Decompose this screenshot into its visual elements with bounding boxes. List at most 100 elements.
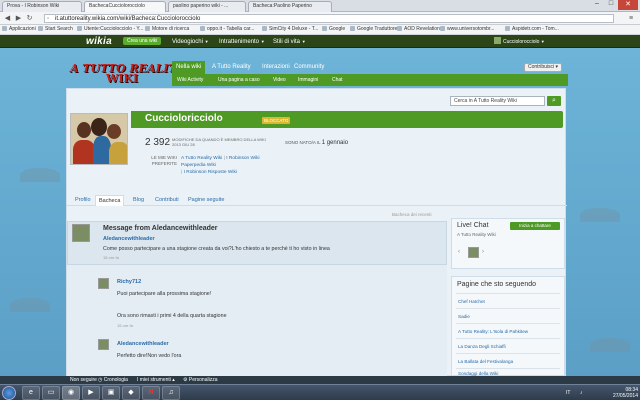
subnav-random-page[interactable]: Una pagina a caso (218, 74, 260, 86)
bookmark-icon (397, 26, 402, 31)
wiki-nav-interazioni[interactable]: Interazioni (258, 61, 294, 74)
bookmark-item[interactable]: Google (322, 26, 345, 32)
wikia-logo[interactable]: wikia (86, 36, 112, 47)
back-icon[interactable]: ◀ (3, 14, 12, 23)
minimize-icon[interactable]: – (590, 0, 604, 10)
fav-wiki-link[interactable]: I Robinson Risposte Wiki (184, 170, 237, 175)
media-player-icon[interactable]: ▶ (82, 386, 100, 400)
followed-page-link[interactable]: Chef Hatchet (458, 299, 485, 304)
tab-robinson-wiki[interactable]: Prova - I Robinson Wiki (2, 1, 82, 12)
tab-paolino-wiki[interactable]: paolino paperino wiki - ... (168, 1, 246, 12)
reply-text: Puoi partecipare alla prossima stagione! (117, 291, 212, 297)
tab-bacheca[interactable]: Bacheca (95, 195, 125, 206)
app-icon[interactable]: ▣ (102, 386, 120, 400)
thread-header: Message from Aledancewithleader Aledance… (67, 221, 447, 265)
app-icon[interactable]: N (142, 386, 160, 400)
tab-blog[interactable]: Blog (130, 195, 147, 206)
maximize-icon[interactable]: □ (604, 0, 618, 10)
fav-wiki-link[interactable]: Paperpedia Wiki (181, 163, 216, 168)
chevron-right-icon[interactable]: › (482, 249, 484, 255)
thread-title[interactable]: Message from Aledancewithleader (103, 225, 218, 232)
user-menu[interactable]: Cucciolorocciolo ▼ (494, 37, 545, 47)
translate-icon (350, 26, 355, 31)
avatar[interactable] (468, 247, 479, 258)
reload-icon[interactable]: ↻ (25, 14, 34, 23)
tab-pagine-seguite[interactable]: Pagine seguite (185, 195, 227, 206)
my-tools-button[interactable]: I miei strumenti ▴ (137, 376, 175, 384)
subnav-images[interactable]: Immagini (298, 74, 318, 86)
wiki-logo[interactable]: A TUTTO REALITY WIKI (70, 62, 185, 85)
bookmark-icon (440, 26, 445, 31)
bookmark-item[interactable]: AOD Revelations (397, 26, 442, 32)
tab-bacheca-paolino[interactable]: Bacheca:Paolino Paperino (248, 1, 332, 12)
language-indicator[interactable]: IT (566, 390, 570, 396)
create-wiki-button[interactable]: Crea una wiki (123, 37, 162, 45)
search-icon[interactable]: ⌕ (547, 96, 561, 106)
reply-author[interactable]: Aledancewithleader (117, 341, 169, 347)
nav-videogames[interactable]: Videogiochi ▼ (172, 37, 209, 47)
clock[interactable]: 08:34 27/05/2014 (610, 387, 638, 399)
followed-page-link[interactable]: Sadie (458, 314, 470, 319)
wall-hint[interactable]: Bacheca dei recenti (392, 212, 432, 217)
background-decoration (580, 208, 620, 222)
subnav-wiki-activity[interactable]: Wiki Activity (177, 74, 203, 86)
avatar (98, 278, 109, 289)
followed-page-link[interactable]: A Tutto Reality: L'Isola di Pahkitew (458, 329, 528, 334)
close-window-icon[interactable]: ✕ (618, 0, 638, 10)
bookmark-item[interactable]: Google Traduttore (350, 26, 397, 32)
reply-timestamp[interactable]: 15 ore fa (117, 323, 133, 328)
bookmark-item[interactable]: oppo.it - Tabella car... (200, 26, 254, 32)
post-author[interactable]: Aledancewithleader (103, 236, 155, 242)
url-field[interactable]: ▫ it.atuttoreality.wikia.com/wiki/Bachec… (44, 14, 614, 23)
bookmark-icon (145, 26, 150, 31)
ie-icon[interactable]: e (22, 386, 40, 400)
app-icon[interactable]: ♫ (162, 386, 180, 400)
wiki-nav-a-tutto-reality[interactable]: A Tutto Reality (208, 61, 255, 74)
post-timestamp[interactable]: 15 ore fa (103, 255, 119, 260)
contribute-button[interactable]: Contribuisci ▾ (524, 63, 562, 72)
wiki-nav-nella-wiki[interactable]: Nella wiki (172, 61, 206, 74)
nav-entertainment[interactable]: Intrattenimento ▼ (219, 37, 265, 47)
bookmark-item[interactable]: Aspidetr.com - Tom... (505, 26, 559, 32)
os-taskbar: e ▭ ◉ ▶ ▣ ◆ N ♫ IT ♪ 08:34 27/05/2014 (0, 384, 640, 400)
followed-page-link[interactable]: La Danza Degli Schiaffi (458, 344, 506, 349)
folder-icon[interactable]: ▭ (42, 386, 60, 400)
fav-wiki-link[interactable]: I Robinson Wiki (226, 156, 259, 161)
bookmark-item[interactable]: SimCity 4 Deluxe - T... (262, 26, 318, 32)
bookmark-item[interactable]: Motore di ricerca (145, 26, 189, 32)
start-chat-button[interactable]: Inizia a chattare (510, 222, 560, 230)
reply-text: Ora sono rimasti i primi 4 della quarta … (117, 313, 227, 319)
history-button[interactable]: ◷ Cronologia (98, 376, 128, 384)
bookmark-item[interactable]: Start Search (38, 26, 73, 32)
wiki-toolbar: Non seguire ◷ Cronologia I miei strument… (0, 376, 640, 384)
subnav-video[interactable]: Video (273, 74, 286, 86)
menu-icon[interactable]: ≡ (626, 14, 636, 23)
followed-page-link[interactable]: La Ballata del Festivalanga (458, 359, 513, 364)
avatar (494, 37, 501, 44)
tab-contributi[interactable]: Contributi (152, 195, 182, 206)
unfollow-button[interactable]: Non seguire (70, 376, 97, 384)
customize-button[interactable]: ⚙ Personalizza (183, 376, 218, 384)
reply-author[interactable]: Richy712 (117, 279, 141, 285)
chevron-left-icon[interactable]: ‹ (458, 249, 460, 255)
search-input[interactable]: Cerca in A Tutto Reality Wiki (450, 96, 545, 106)
fav-wiki-link[interactable]: A Tutto Reality Wiki (181, 156, 222, 161)
volume-icon[interactable]: ♪ (580, 390, 583, 396)
app-icon[interactable]: ◆ (122, 386, 140, 400)
chevron-down-icon: ▼ (260, 39, 265, 44)
tab-bacheca-active[interactable]: BachecaCucciolorocciolo (84, 1, 166, 12)
bookmark-item[interactable]: Utente:Cucciolocciolo - Y... (77, 26, 143, 32)
subnav-chat[interactable]: Chat (332, 74, 343, 86)
start-button[interactable] (2, 386, 16, 400)
nav-lifestyle[interactable]: Stili di vita ▼ (273, 37, 306, 47)
chrome-icon[interactable]: ◉ (62, 386, 80, 400)
forward-icon[interactable]: ▶ (14, 14, 23, 23)
tab-profilo[interactable]: Profilo (72, 195, 94, 206)
followed-pages-module: Pagine che sto seguendo Chef Hatchet Sad… (451, 276, 565, 376)
profile-tabs: Profilo Bacheca Blog Contributi Pagine s… (67, 194, 567, 206)
bookmark-item[interactable]: www.universotombr... (440, 26, 495, 32)
wiki-nav-community[interactable]: Community (290, 61, 328, 74)
edit-count: 2 392 (145, 137, 171, 148)
address-bar-row: ◀ ▶ ↻ ▫ it.atuttoreality.wikia.com/wiki/… (0, 12, 640, 25)
bookmark-item[interactable]: Applicazioni (2, 26, 36, 32)
